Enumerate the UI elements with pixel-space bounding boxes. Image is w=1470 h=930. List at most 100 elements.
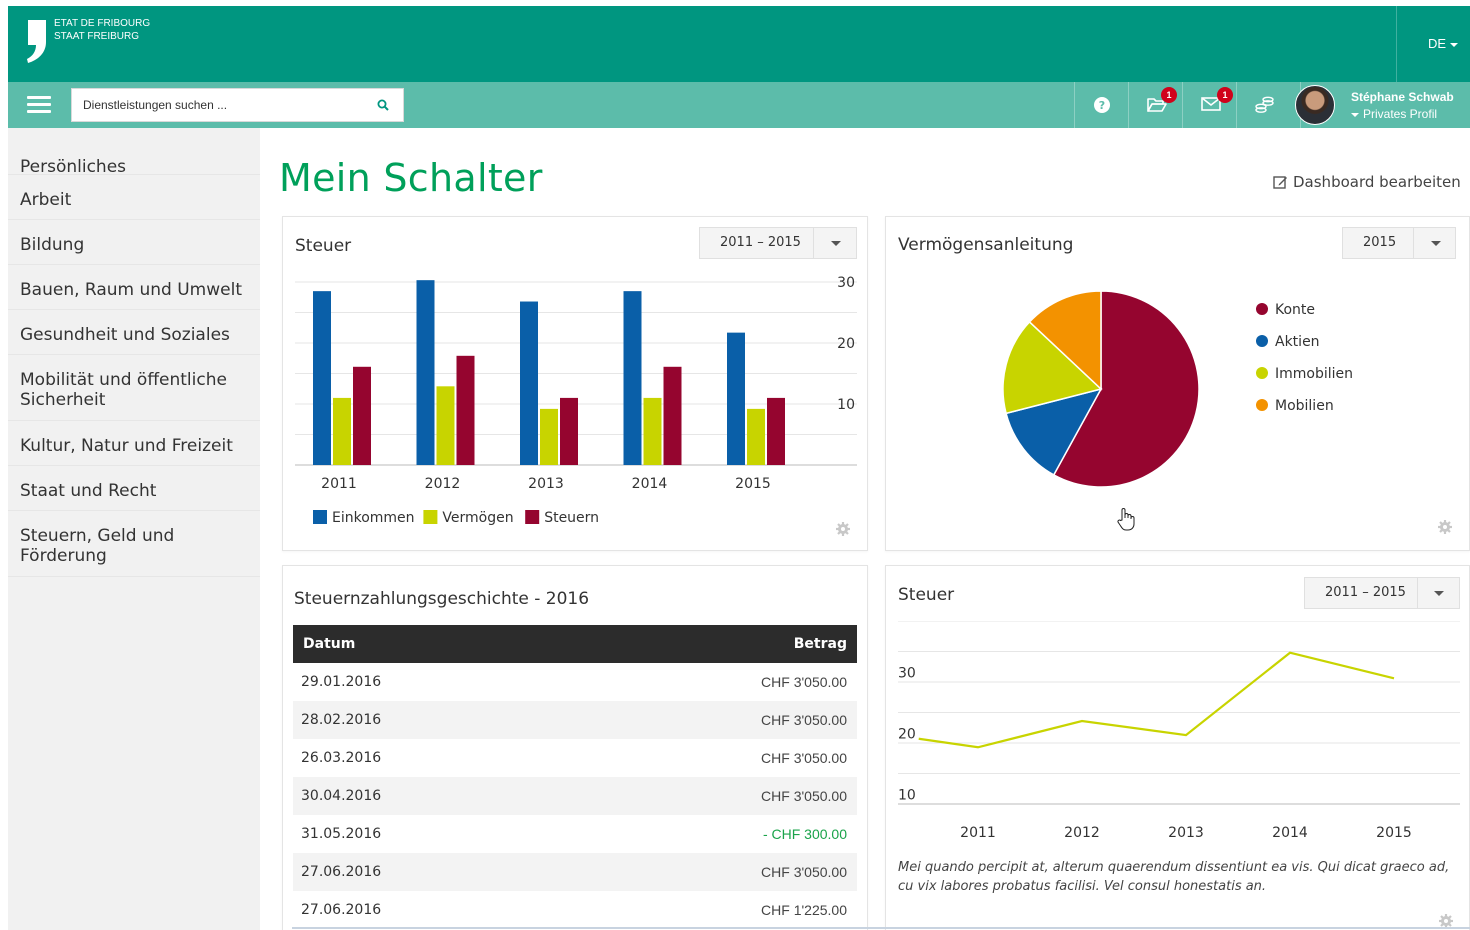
bar-vermögen [540, 408, 558, 465]
page-title: Mein Schalter [279, 156, 543, 200]
legend-dot [1256, 367, 1268, 379]
language-label: DE [1428, 36, 1447, 51]
bar-steuern [560, 397, 578, 465]
user-name[interactable]: Stéphane Schwab [1351, 90, 1454, 104]
line-chart: 10 20 30 2011 2012 2013 2014 2015 [898, 621, 1460, 841]
x-tick-label: 2012 [1064, 825, 1100, 841]
x-tick-label: 2011 [960, 825, 996, 841]
avatar[interactable] [1295, 85, 1335, 125]
date-cell: 28.02.2016 [293, 701, 567, 739]
bar-einkommen [313, 291, 331, 465]
legend-item[interactable]: Aktien [1256, 334, 1353, 366]
card-title: Steuer [898, 585, 955, 605]
table-row[interactable]: 27.06.2016 CHF 3'050.00 [293, 853, 857, 891]
bar-steuern [353, 366, 371, 465]
bar-steuern [456, 355, 475, 465]
brand-line-2: STAAT FREIBURG [54, 31, 140, 42]
legend-item[interactable]: Mobilien [1256, 398, 1353, 430]
brand-line-1: ETAT DE FRIBOURG [54, 18, 151, 29]
chevron-down-icon [1450, 42, 1459, 47]
sidebar-item-taxes[interactable]: Steuern, Geld und Förderung [8, 511, 260, 577]
x-tick-label: 2015 [735, 476, 771, 492]
sidebar-item-work[interactable]: Arbeit [8, 175, 260, 220]
table-row[interactable]: 27.06.2016 CHF 1'225.00 [293, 891, 857, 929]
menu-icon[interactable] [27, 96, 51, 114]
sidebar-item-label: Bildung [20, 235, 85, 255]
sidebar-item-label: Staat und Recht [20, 481, 157, 501]
y-tick-label: 10 [837, 397, 855, 413]
amount-cell: CHF 1'225.00 [761, 902, 847, 918]
table-row[interactable]: 28.02.2016 CHF 3'050.00 [293, 701, 857, 739]
date-cell: 27.06.2016 [293, 853, 567, 891]
series-line [918, 651, 1395, 749]
y-tick-label: 30 [898, 666, 916, 682]
documents-badge: 1 [1161, 87, 1177, 103]
date-cell: 31.05.2016 [301, 826, 382, 842]
date-cell: 30.04.2016 [293, 777, 567, 815]
x-tick-label: 2014 [632, 476, 668, 492]
user-profile-link[interactable]: Privates Profil [1351, 107, 1437, 121]
sidebar-item-label: Arbeit [20, 190, 72, 210]
bar-steuern [663, 366, 682, 465]
bar-steuern [767, 397, 785, 465]
x-tick-label: 2012 [425, 476, 461, 492]
table-row[interactable]: 29.01.2016 CHF 3'050.00 [293, 663, 857, 701]
wealth-pie-card: Vermögensanleitung 2015 Konte Aktien Immob… [885, 216, 1470, 551]
amount-cell: CHF 3'050.00 [566, 701, 857, 739]
year-range-dropdown[interactable]: 2011 – 2015 [1304, 577, 1460, 609]
messages-button[interactable]: 1 [1182, 82, 1236, 128]
card-title: Vermögensanleitung [898, 235, 1074, 255]
x-tick-label: 2013 [1168, 825, 1204, 841]
pie-legend: Konte Aktien Immobilien Mobilien [1256, 302, 1353, 430]
legend-item[interactable]: Immobilien [1256, 366, 1353, 398]
finances-button[interactable] [1236, 82, 1290, 128]
gear-icon[interactable] [836, 522, 850, 536]
pie-chart [1002, 290, 1200, 488]
sidebar-item-state[interactable]: Staat und Recht [8, 466, 260, 511]
legend-label: Aktien [1275, 334, 1320, 350]
toolbar: ? 1 1 [8, 82, 1470, 128]
search-icon[interactable] [377, 99, 389, 111]
fribourg-logo[interactable] [24, 18, 52, 64]
legend-swatch [525, 510, 540, 524]
year-dropdown[interactable]: 2015 [1342, 227, 1456, 259]
legend-item[interactable]: Konte [1256, 302, 1353, 334]
sidebar-item-education[interactable]: Bildung [8, 220, 260, 265]
table-row[interactable]: 26.03.2016 CHF 3'050.00 [293, 739, 857, 777]
legend-dot [1256, 303, 1268, 315]
y-tick-label: 30 [837, 275, 855, 291]
bar-einkommen [520, 301, 538, 465]
table-row[interactable]: 31.05.2016 - CHF 300.00 [293, 815, 857, 853]
sidebar-item-construction[interactable]: Bauen, Raum und Umwelt [8, 265, 260, 310]
sidebar-item-culture[interactable]: Kultur, Natur und Freizeit [8, 421, 260, 466]
dropdown-value: 2011 – 2015 [1325, 585, 1406, 600]
documents-button[interactable]: 1 [1128, 82, 1182, 128]
table-header-row: Datum Betrag [293, 625, 857, 663]
payment-table: Datum Betrag 29.01.2016 CHF 3'050.00 28.02… [293, 625, 857, 929]
amount-cell: CHF 3'050.00 [761, 750, 847, 766]
gear-icon[interactable] [1438, 520, 1452, 534]
legend-swatch [313, 510, 327, 524]
search-input[interactable] [72, 89, 362, 121]
sidebar-item-personal[interactable]: Persönliches [8, 128, 260, 177]
sidebar-item-mobility[interactable]: Mobilität und öffentliche Sicherheit [8, 355, 260, 421]
coins-icon [1255, 96, 1274, 113]
y-tick-label: 20 [898, 727, 916, 743]
date-cell: 27.06.2016 [301, 902, 382, 918]
language-selector[interactable]: DE [1428, 36, 1459, 51]
x-tick-label: 2011 [321, 476, 357, 492]
bar-vermögen [747, 408, 765, 465]
sidebar-item-health[interactable]: Gesundheit und Soziales [8, 310, 260, 355]
gear-icon[interactable] [1439, 914, 1453, 928]
messages-badge: 1 [1217, 87, 1233, 103]
sidebar-item-label: Persönliches [20, 157, 127, 177]
x-tick-label: 2014 [1272, 825, 1308, 841]
bar-einkommen [623, 291, 642, 465]
table-row[interactable]: 30.04.2016 CHF 3'050.00 [293, 777, 857, 815]
edit-dashboard-button[interactable]: Dashboard bearbeiten [1273, 173, 1461, 191]
column-header-amount[interactable]: Betrag [566, 625, 857, 663]
legend-dot [1256, 335, 1268, 347]
column-header-date[interactable]: Datum [293, 625, 567, 663]
legend-label: Mobilien [1275, 398, 1334, 414]
help-button[interactable]: ? [1074, 82, 1128, 128]
